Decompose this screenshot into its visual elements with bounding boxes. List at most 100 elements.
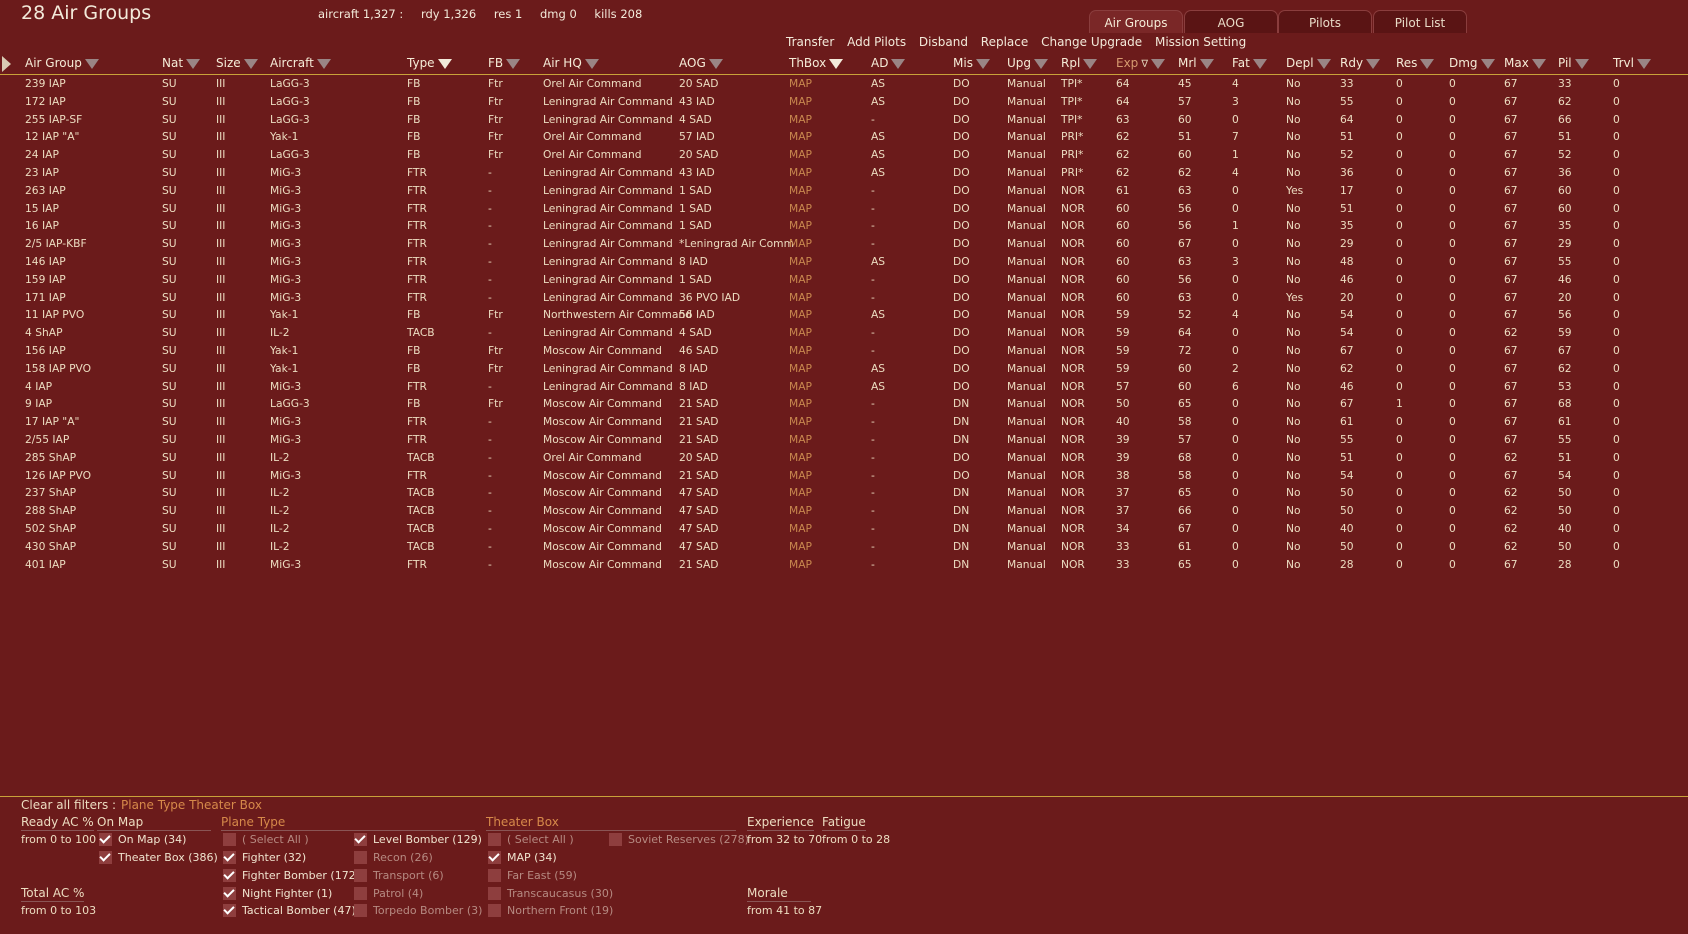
- filter-option-northern-front-19[interactable]: Northern Front (19): [488, 904, 613, 917]
- filter-funnel-icon[interactable]: [316, 59, 331, 69]
- filter-funnel-icon[interactable]: [84, 59, 99, 69]
- filter-funnel-icon[interactable]: [708, 59, 723, 69]
- filter-option-soviet-reserves-278[interactable]: Soviet Reserves (278): [609, 833, 749, 846]
- table-row[interactable]: 2/5 IAP-KBF SU III MiG-3 FTR - Leningrad Air C…: [0, 235, 1688, 253]
- column-header-max[interactable]: Max: [1504, 56, 1546, 70]
- filter-option-tactical-bomber-47[interactable]: Tactical Bomber (47): [223, 904, 356, 917]
- table-row[interactable]: 16 IAP SU III MiG-3 FTR - Leningrad Air Comman…: [0, 217, 1688, 235]
- filter-option-far-east-59[interactable]: Far East (59): [488, 869, 577, 882]
- filter-funnel-icon[interactable]: [1574, 59, 1589, 69]
- filter-funnel-icon[interactable]: [1034, 59, 1049, 69]
- table-row[interactable]: 24 IAP SU III LaGG-3 FB Ftr Orel Air Command 20…: [0, 146, 1688, 164]
- filter-funnel-icon[interactable]: [186, 59, 201, 69]
- column-header-fb[interactable]: FB: [488, 56, 521, 70]
- filter-option-night-fighter-1[interactable]: Night Fighter (1): [223, 887, 332, 900]
- total-ac-range[interactable]: from 0 to 103: [21, 904, 96, 917]
- checkbox-unchecked-icon[interactable]: [488, 887, 501, 900]
- column-header-rdy[interactable]: Rdy: [1340, 56, 1381, 70]
- filter-option-on-map-34[interactable]: On Map (34): [99, 833, 186, 846]
- filter-funnel-icon[interactable]: [437, 59, 452, 69]
- filter-funnel-icon[interactable]: [243, 59, 258, 69]
- checkbox-unchecked-icon[interactable]: [223, 833, 236, 846]
- column-header-type[interactable]: Type: [407, 56, 452, 70]
- morale-filter-label[interactable]: Morale: [747, 886, 811, 902]
- column-header-mrl[interactable]: Mrl: [1178, 56, 1214, 70]
- checkbox-unchecked-icon[interactable]: [609, 833, 622, 846]
- checkbox-unchecked-icon[interactable]: [354, 887, 367, 900]
- filter-funnel-icon[interactable]: [1199, 59, 1214, 69]
- table-row[interactable]: 23 IAP SU III MiG-3 FTR - Leningrad Air Comman…: [0, 164, 1688, 182]
- column-header-ad[interactable]: AD: [871, 56, 906, 70]
- filter-option-fighter-32[interactable]: Fighter (32): [223, 851, 306, 864]
- checkbox-checked-icon[interactable]: [488, 851, 501, 864]
- filter-funnel-icon[interactable]: [1636, 59, 1651, 69]
- filter-option-torpedo-bomber-3[interactable]: Torpedo Bomber (3): [354, 904, 482, 917]
- checkbox-checked-icon[interactable]: [99, 833, 112, 846]
- experience-filter-label[interactable]: Experience: [747, 815, 814, 831]
- checkbox-checked-icon[interactable]: [223, 887, 236, 900]
- column-header-mis[interactable]: Mis: [953, 56, 990, 70]
- table-row[interactable]: 401 IAP SU III MiG-3 FTR - Moscow Air Command 2…: [0, 556, 1688, 574]
- checkbox-unchecked-icon[interactable]: [488, 833, 501, 846]
- filter-funnel-icon[interactable]: [506, 59, 521, 69]
- transfer-button[interactable]: Transfer: [786, 35, 834, 49]
- checkbox-checked-icon[interactable]: [223, 904, 236, 917]
- table-row[interactable]: 12 IAP "A" SU III Yak-1 FB Ftr Orel Air Comman…: [0, 128, 1688, 146]
- table-row[interactable]: 2/55 IAP SU III MiG-3 FTR - Moscow Air Command…: [0, 431, 1688, 449]
- filter-funnel-icon[interactable]: [1316, 59, 1331, 69]
- clear-filters-button[interactable]: Clear all filters :: [21, 798, 116, 812]
- table-row[interactable]: 11 IAP PVO SU III Yak-1 FB Ftr Northwestern Ai…: [0, 306, 1688, 324]
- change-upgrade-button[interactable]: Change Upgrade: [1041, 35, 1142, 49]
- table-row[interactable]: 159 IAP SU III MiG-3 FTR - Leningrad Air Comma…: [0, 271, 1688, 289]
- tab-aog[interactable]: AOG: [1184, 10, 1278, 33]
- tab-pilot-list[interactable]: Pilot List: [1373, 10, 1467, 33]
- filter-funnel-icon[interactable]: [975, 59, 990, 69]
- filter-funnel-icon[interactable]: [1083, 59, 1098, 69]
- filter-option-transcaucasus-30[interactable]: Transcaucasus (30): [488, 887, 613, 900]
- checkbox-unchecked-icon[interactable]: [354, 851, 367, 864]
- column-header-pil[interactable]: Pil: [1558, 56, 1589, 70]
- filter-funnel-icon[interactable]: [1420, 59, 1435, 69]
- table-row[interactable]: 237 ShAP SU III IL-2 TACB - Moscow Air Command…: [0, 484, 1688, 502]
- column-header-fat[interactable]: Fat: [1232, 56, 1267, 70]
- table-row[interactable]: 430 ShAP SU III IL-2 TACB - Moscow Air Command…: [0, 538, 1688, 556]
- table-row[interactable]: 126 IAP PVO SU III MiG-3 FTR - Moscow Air Comm…: [0, 467, 1688, 485]
- checkbox-unchecked-icon[interactable]: [354, 869, 367, 882]
- column-header-air-group[interactable]: Air Group: [25, 56, 99, 70]
- replace-button[interactable]: Replace: [981, 35, 1028, 49]
- column-header-res[interactable]: Res: [1396, 56, 1435, 70]
- table-row[interactable]: 285 ShAP SU III IL-2 TACB - Orel Air Command 20…: [0, 449, 1688, 467]
- ready-ac-range[interactable]: from 0 to 100: [21, 833, 96, 846]
- filter-funnel-icon[interactable]: [1366, 59, 1381, 69]
- column-header-aog[interactable]: AOG: [679, 56, 723, 70]
- filter-funnel-icon[interactable]: [1252, 59, 1267, 69]
- sort-descending-icon[interactable]: ∇: [1141, 59, 1148, 70]
- add-pilots-button[interactable]: Add Pilots: [847, 35, 906, 49]
- column-header-rpl[interactable]: Rpl: [1061, 56, 1098, 70]
- tab-air-groups[interactable]: Air Groups: [1089, 10, 1183, 33]
- table-row[interactable]: 4 IAP SU III MiG-3 FTR - Leningrad Air Command…: [0, 378, 1688, 396]
- column-header-upg[interactable]: Upg: [1007, 56, 1049, 70]
- checkbox-unchecked-icon[interactable]: [488, 904, 501, 917]
- fatigue-filter-label[interactable]: Fatigue: [822, 815, 866, 831]
- checkbox-unchecked-icon[interactable]: [488, 869, 501, 882]
- filter-option-fighter-bomber-172[interactable]: Fighter Bomber (172): [223, 869, 360, 882]
- filter-funnel-icon[interactable]: [1480, 59, 1495, 69]
- table-row[interactable]: 255 IAP-SF SU III LaGG-3 FB Ftr Leningrad Air …: [0, 111, 1688, 129]
- column-header-thbox[interactable]: ThBox: [789, 56, 844, 70]
- checkbox-checked-icon[interactable]: [99, 851, 112, 864]
- column-header-aircraft[interactable]: Aircraft: [270, 56, 331, 70]
- table-row[interactable]: 239 IAP SU III LaGG-3 FB Ftr Orel Air Command 2…: [0, 75, 1688, 93]
- column-header-depl[interactable]: Depl: [1286, 56, 1331, 70]
- experience-range[interactable]: from 32 to 70: [747, 833, 822, 846]
- table-row[interactable]: 288 ShAP SU III IL-2 TACB - Moscow Air Command…: [0, 502, 1688, 520]
- table-row[interactable]: 146 IAP SU III MiG-3 FTR - Leningrad Air Comma…: [0, 253, 1688, 271]
- filter-option-map-34[interactable]: MAP (34): [488, 851, 557, 864]
- table-row[interactable]: 15 IAP SU III MiG-3 FTR - Leningrad Air Comman…: [0, 200, 1688, 218]
- column-header-air-hq[interactable]: Air HQ: [543, 56, 599, 70]
- checkbox-checked-icon[interactable]: [223, 851, 236, 864]
- tab-pilots[interactable]: Pilots: [1278, 10, 1372, 33]
- filter-funnel-icon[interactable]: [584, 59, 599, 69]
- filter-option-transport-6[interactable]: Transport (6): [354, 869, 444, 882]
- filter-option-theater-box-386[interactable]: Theater Box (386): [99, 851, 218, 864]
